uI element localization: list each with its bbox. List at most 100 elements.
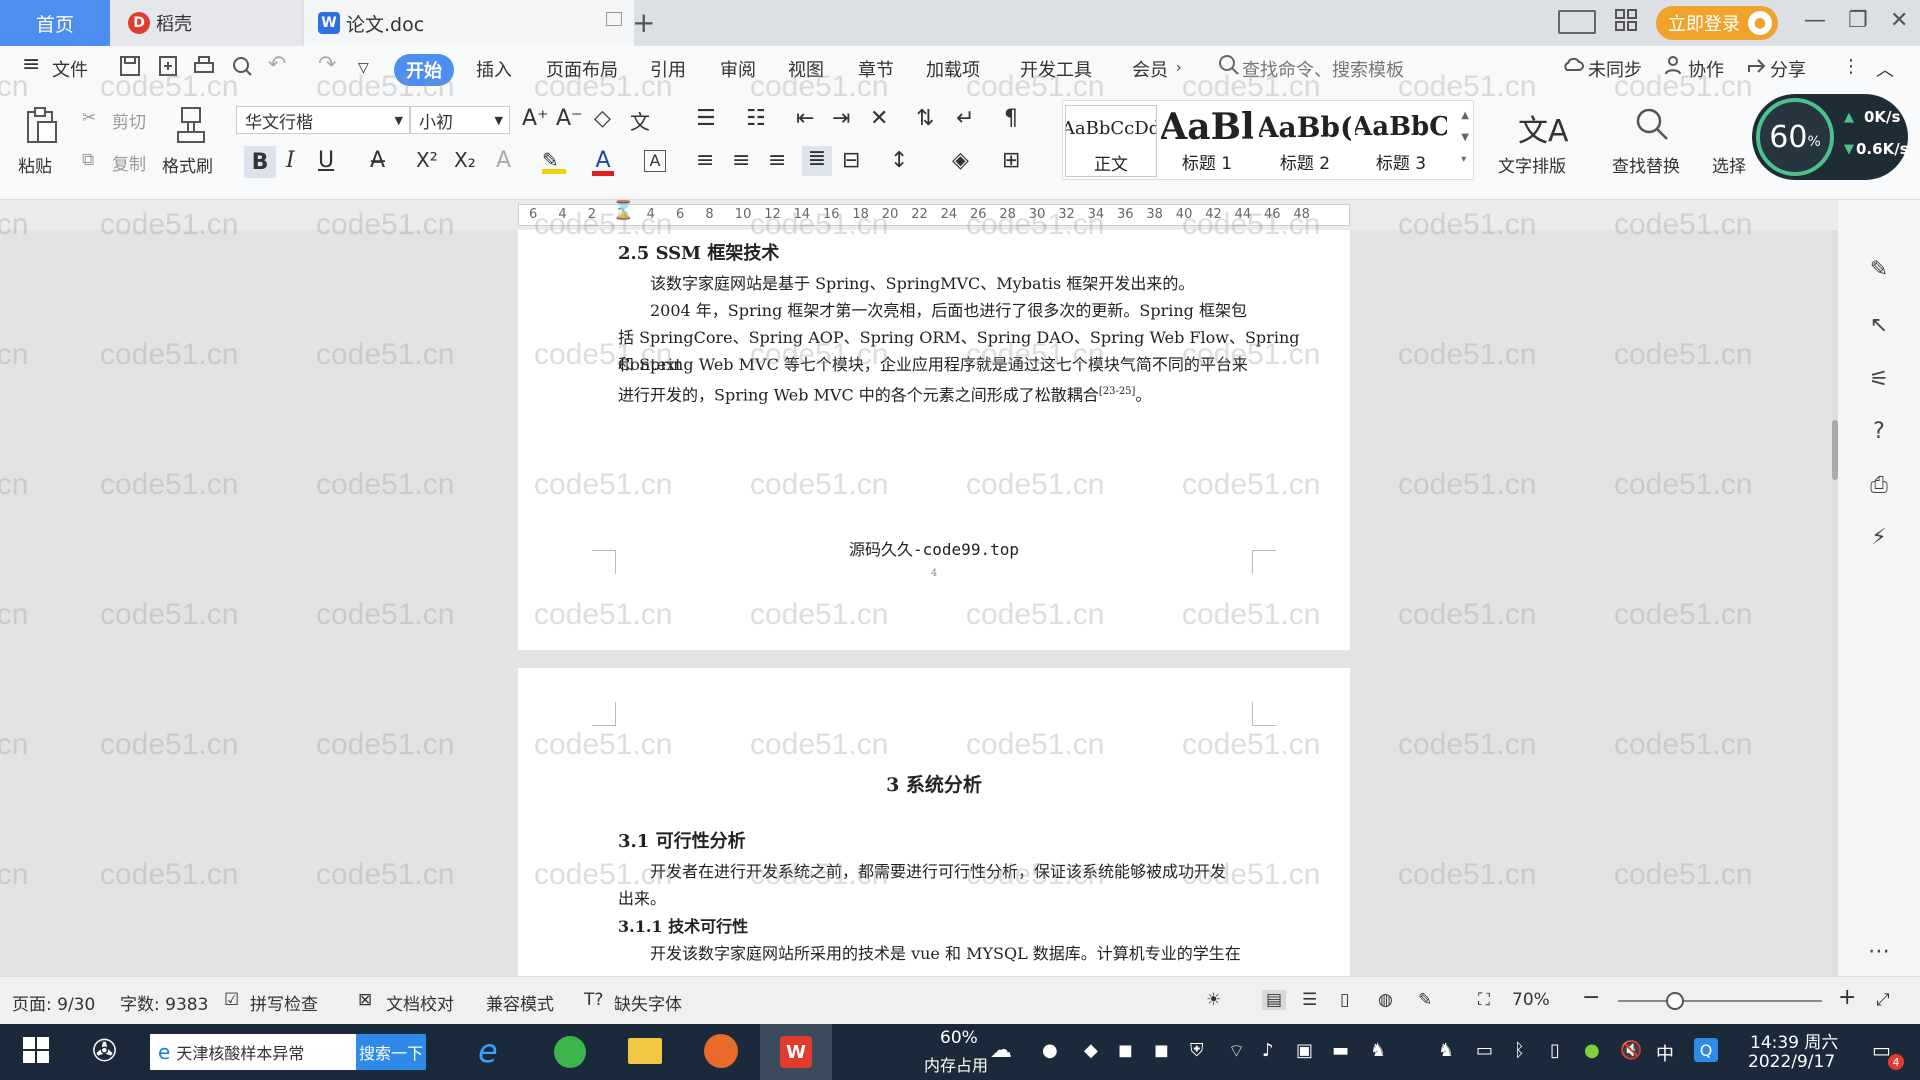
checkbox-icon[interactable]: ☑ xyxy=(224,990,239,1010)
restore-icon[interactable]: ❐ xyxy=(1848,8,1868,33)
windows-start-icon[interactable] xyxy=(22,1036,50,1064)
tray-app-icon[interactable]: ▬ xyxy=(1332,1040,1349,1061)
menu-dev-tools[interactable]: 开发工具 xyxy=(1020,56,1092,82)
strikethrough-icon[interactable]: A̶ xyxy=(370,148,385,173)
menu-file[interactable]: 文件 xyxy=(52,56,88,82)
proof-icon[interactable]: ⊠ xyxy=(358,990,372,1010)
bullet-list-icon[interactable]: ☰ xyxy=(696,106,716,131)
layout-icon[interactable] xyxy=(1558,10,1596,34)
clock-time[interactable]: 14:39 周六 xyxy=(1750,1028,1838,1053)
fullscreen-icon[interactable]: ⤢ xyxy=(1876,990,1890,1010)
network-speed-widget[interactable]: 60% ▲ 0K/s ▼ 0.6K/s xyxy=(1752,94,1909,180)
menu-review[interactable]: 审阅 xyxy=(720,56,756,82)
page-1[interactable]: 2.5 SSM 框架技术 该数字家庭网站是基于 Spring、SpringMVC… xyxy=(518,230,1350,650)
green-browser-icon[interactable] xyxy=(554,1036,586,1068)
text-layout-icon[interactable]: 文A xyxy=(1518,106,1569,150)
outline-view-icon[interactable]: ☰ xyxy=(1302,990,1317,1010)
decrease-indent-icon[interactable]: ⇤ xyxy=(796,106,814,131)
select-label[interactable]: 选择 xyxy=(1712,152,1746,177)
usb-icon[interactable]: ▯ xyxy=(1550,1040,1560,1061)
hamburger-icon[interactable]: ≡ xyxy=(22,52,40,77)
file-explorer-icon[interactable] xyxy=(628,1038,662,1064)
document-area[interactable]: 2.5 SSM 框架技术 该数字家庭网站是基于 Spring、SpringMVC… xyxy=(0,230,1838,976)
bold-icon[interactable]: B xyxy=(244,146,276,178)
underline-icon[interactable]: U xyxy=(318,148,334,173)
bell-icon[interactable]: ♪ xyxy=(1262,1040,1274,1061)
chinese-layout-icon[interactable]: ✕ xyxy=(870,106,888,131)
text-effect-icon[interactable]: A xyxy=(496,148,511,173)
doc-proof[interactable]: 文档校对 xyxy=(386,990,454,1015)
tray-app-icon[interactable]: ▣ xyxy=(1296,1040,1313,1061)
missing-font[interactable]: 缺失字体 xyxy=(614,990,682,1015)
page-view-icon[interactable]: ▤ xyxy=(1262,990,1287,1010)
font-color-icon[interactable]: A xyxy=(592,148,614,176)
borders-icon[interactable]: ⊞ xyxy=(1002,148,1020,173)
zoom-slider-thumb[interactable] xyxy=(1666,992,1684,1010)
login-button[interactable]: 立即登录 ● xyxy=(1656,6,1778,40)
tab-document[interactable]: W 论文.doc xyxy=(304,0,634,46)
format-painter-label[interactable]: 格式刷 xyxy=(162,152,213,177)
fit-page-icon[interactable]: ⛶ xyxy=(1478,990,1490,1010)
help-icon[interactable]: ? xyxy=(1864,416,1894,446)
new-tab-icon[interactable]: + xyxy=(632,6,655,39)
cut-label[interactable]: 剪切 xyxy=(112,108,146,133)
text-layout-label[interactable]: 文字排版 xyxy=(1498,152,1566,177)
line-spacing-icon[interactable]: ↕ xyxy=(890,148,908,173)
edit-view-icon[interactable]: ✎ xyxy=(1418,990,1432,1010)
more-options-icon[interactable]: ⋮ xyxy=(1842,56,1860,77)
align-left-icon[interactable]: ≡ xyxy=(696,148,714,173)
find-replace-label[interactable]: 查找替换 xyxy=(1612,152,1680,177)
taskbar-search-button[interactable]: 搜索一下 xyxy=(356,1034,426,1070)
backup-icon[interactable]: ⚡ xyxy=(1864,522,1894,552)
format-painter-icon[interactable] xyxy=(174,106,208,146)
bluetooth-icon[interactable]: ᛒ xyxy=(1514,1040,1525,1061)
qq-icon[interactable]: ♞ xyxy=(1370,1040,1386,1061)
menu-chapter[interactable]: 章节 xyxy=(858,56,894,82)
tray-app-icon[interactable]: ● xyxy=(1584,1040,1600,1061)
style-heading-3[interactable]: AaBbC 标题 3 xyxy=(1355,105,1447,177)
tray-app-icon[interactable]: ● xyxy=(1042,1040,1058,1061)
adjust-icon[interactable]: ⚟ xyxy=(1864,364,1894,394)
tray-app-icon[interactable]: ◆ xyxy=(1084,1040,1098,1061)
menu-page-layout[interactable]: 页面布局 xyxy=(546,56,618,82)
zoom-in-icon[interactable]: + xyxy=(1838,985,1856,1010)
tray-app-icon[interactable]: ◼ xyxy=(1154,1040,1169,1061)
weather-icon[interactable]: ☁ xyxy=(990,1038,1012,1063)
ime-indicator[interactable]: 中 xyxy=(1656,1040,1674,1066)
zoom-out-icon[interactable]: − xyxy=(1582,985,1600,1010)
shrink-font-icon[interactable]: A⁻ xyxy=(556,106,583,131)
styles-scroll-icon[interactable]: ▲ ▼ ▾ xyxy=(1461,105,1469,171)
search-command-input[interactable]: 查找命令、搜索模板 xyxy=(1242,56,1404,82)
tray-app-icon[interactable]: Q xyxy=(1694,1038,1718,1062)
web-view-icon[interactable]: ◍ xyxy=(1378,990,1393,1010)
qq-icon[interactable]: ♞ xyxy=(1438,1040,1454,1061)
close-icon[interactable]: ✕ xyxy=(1890,8,1908,33)
quick-access-chevron-icon[interactable]: ▽ xyxy=(358,60,369,76)
indent-marker-icon[interactable]: ⌛ xyxy=(612,200,634,221)
pen-icon[interactable]: ✎ xyxy=(1864,254,1894,284)
translate-icon[interactable]: ⎙ xyxy=(1864,470,1894,500)
show-marks-icon[interactable]: ¶ xyxy=(1004,106,1018,131)
align-right-icon[interactable]: ≡ xyxy=(768,148,786,173)
font-family-dropdown[interactable]: 华文行楷 ▼ xyxy=(236,106,410,134)
increase-indent-icon[interactable]: ⇥ xyxy=(832,106,850,131)
share-button[interactable]: 分享 xyxy=(1770,56,1806,82)
menu-addins[interactable]: 加载项 xyxy=(926,56,980,82)
page-2[interactable]: 3 系统分析 3.1 可行性分析 开发者在进行开发系统之前，都需要进行可行性分析… xyxy=(518,668,1350,976)
font-size-dropdown[interactable]: 小初 ▼ xyxy=(410,106,510,134)
align-center-icon[interactable]: ≡ xyxy=(732,148,750,173)
justify-icon[interactable]: ≣ xyxy=(802,146,832,176)
tray-app-icon[interactable]: ▭ xyxy=(1476,1040,1493,1061)
superscript-icon[interactable]: X² xyxy=(416,148,438,172)
collab-button[interactable]: 协作 xyxy=(1688,56,1724,82)
wps-taskbar-icon[interactable]: W xyxy=(760,1024,832,1080)
paste-icon[interactable] xyxy=(22,106,62,146)
minimize-icon[interactable]: — xyxy=(1804,8,1826,33)
italic-icon[interactable]: I xyxy=(286,148,295,173)
menu-more-icon[interactable]: › xyxy=(1176,60,1182,76)
export-icon[interactable] xyxy=(156,54,180,78)
char-border-icon[interactable]: A xyxy=(644,150,666,172)
menu-member[interactable]: 会员 xyxy=(1132,56,1168,82)
game-app-icon[interactable] xyxy=(704,1034,738,1068)
undo-icon[interactable]: ↶ xyxy=(268,52,286,77)
